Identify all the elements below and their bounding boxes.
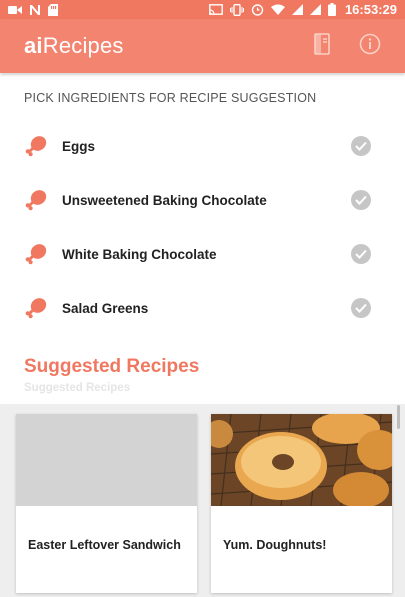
alarm-icon bbox=[251, 3, 264, 16]
status-bar: 16:53:29 bbox=[0, 0, 405, 19]
notification-n-icon bbox=[29, 4, 41, 16]
status-time: 16:53:29 bbox=[344, 2, 397, 17]
ingredient-item-eggs[interactable]: Eggs bbox=[0, 119, 405, 173]
ingredient-label: Salad Greens bbox=[62, 300, 149, 316]
checkmark-icon[interactable] bbox=[351, 244, 371, 264]
battery-icon bbox=[327, 3, 336, 16]
recipe-title: Yum. Doughnuts! bbox=[223, 538, 327, 552]
recipe-card-yum-doughnuts[interactable]: Yum. Doughnuts! bbox=[211, 414, 392, 593]
info-icon bbox=[359, 33, 381, 60]
suggested-recipes-title: Suggested Recipes bbox=[24, 356, 200, 377]
app-logo: aiRecipes bbox=[24, 33, 124, 59]
scrollbar[interactable] bbox=[397, 405, 400, 429]
sd-card-icon bbox=[48, 3, 58, 16]
cast-icon bbox=[209, 4, 223, 15]
drumstick-icon bbox=[24, 242, 48, 266]
video-camera-icon bbox=[8, 5, 22, 15]
recipe-book-icon bbox=[314, 32, 330, 60]
app-bar: aiRecipes bbox=[0, 19, 405, 73]
ingredient-item-salad-greens[interactable]: Salad Greens bbox=[0, 281, 405, 335]
logo-suffix: Recipes bbox=[42, 33, 124, 58]
ingredient-label: Eggs bbox=[62, 138, 96, 154]
drumstick-icon bbox=[24, 188, 48, 212]
drumstick-icon bbox=[24, 134, 48, 158]
ingredients-section-header: PICK INGREDIENTS FOR RECIPE SUGGESTION bbox=[24, 91, 317, 105]
checkmark-icon[interactable] bbox=[351, 298, 371, 318]
checkmark-icon[interactable] bbox=[351, 136, 371, 156]
signal-icon-1 bbox=[291, 4, 303, 15]
recipe-image-placeholder bbox=[16, 414, 197, 506]
recipe-card-easter-leftover-sandwich[interactable]: Easter Leftover Sandwich bbox=[16, 414, 197, 593]
checkmark-icon[interactable] bbox=[351, 190, 371, 210]
signal-icon-2 bbox=[309, 4, 321, 15]
recipe-image-doughnuts bbox=[211, 414, 392, 508]
ingredient-label: White Baking Chocolate bbox=[62, 246, 217, 262]
recipe-cards-area: Easter Leftover Sandwich Yum. Doughnuts! bbox=[0, 404, 405, 597]
ingredient-list: Eggs Unsweetened Baking Chocolate White … bbox=[0, 119, 405, 335]
ingredient-label: Unsweetened Baking Chocolate bbox=[62, 192, 267, 208]
info-button[interactable] bbox=[357, 33, 383, 59]
vibrate-icon bbox=[229, 3, 244, 16]
ingredient-item-white-baking-chocolate[interactable]: White Baking Chocolate bbox=[0, 227, 405, 281]
drumstick-icon bbox=[24, 296, 48, 320]
recipe-title: Easter Leftover Sandwich bbox=[28, 538, 181, 552]
ingredient-item-unsweetened-baking-chocolate[interactable]: Unsweetened Baking Chocolate bbox=[0, 173, 405, 227]
logo-prefix: ai bbox=[24, 33, 43, 58]
wifi-icon bbox=[270, 4, 285, 15]
suggested-recipes-subtitle: Suggested Recipes bbox=[24, 382, 131, 394]
recipe-book-button[interactable] bbox=[309, 32, 335, 60]
